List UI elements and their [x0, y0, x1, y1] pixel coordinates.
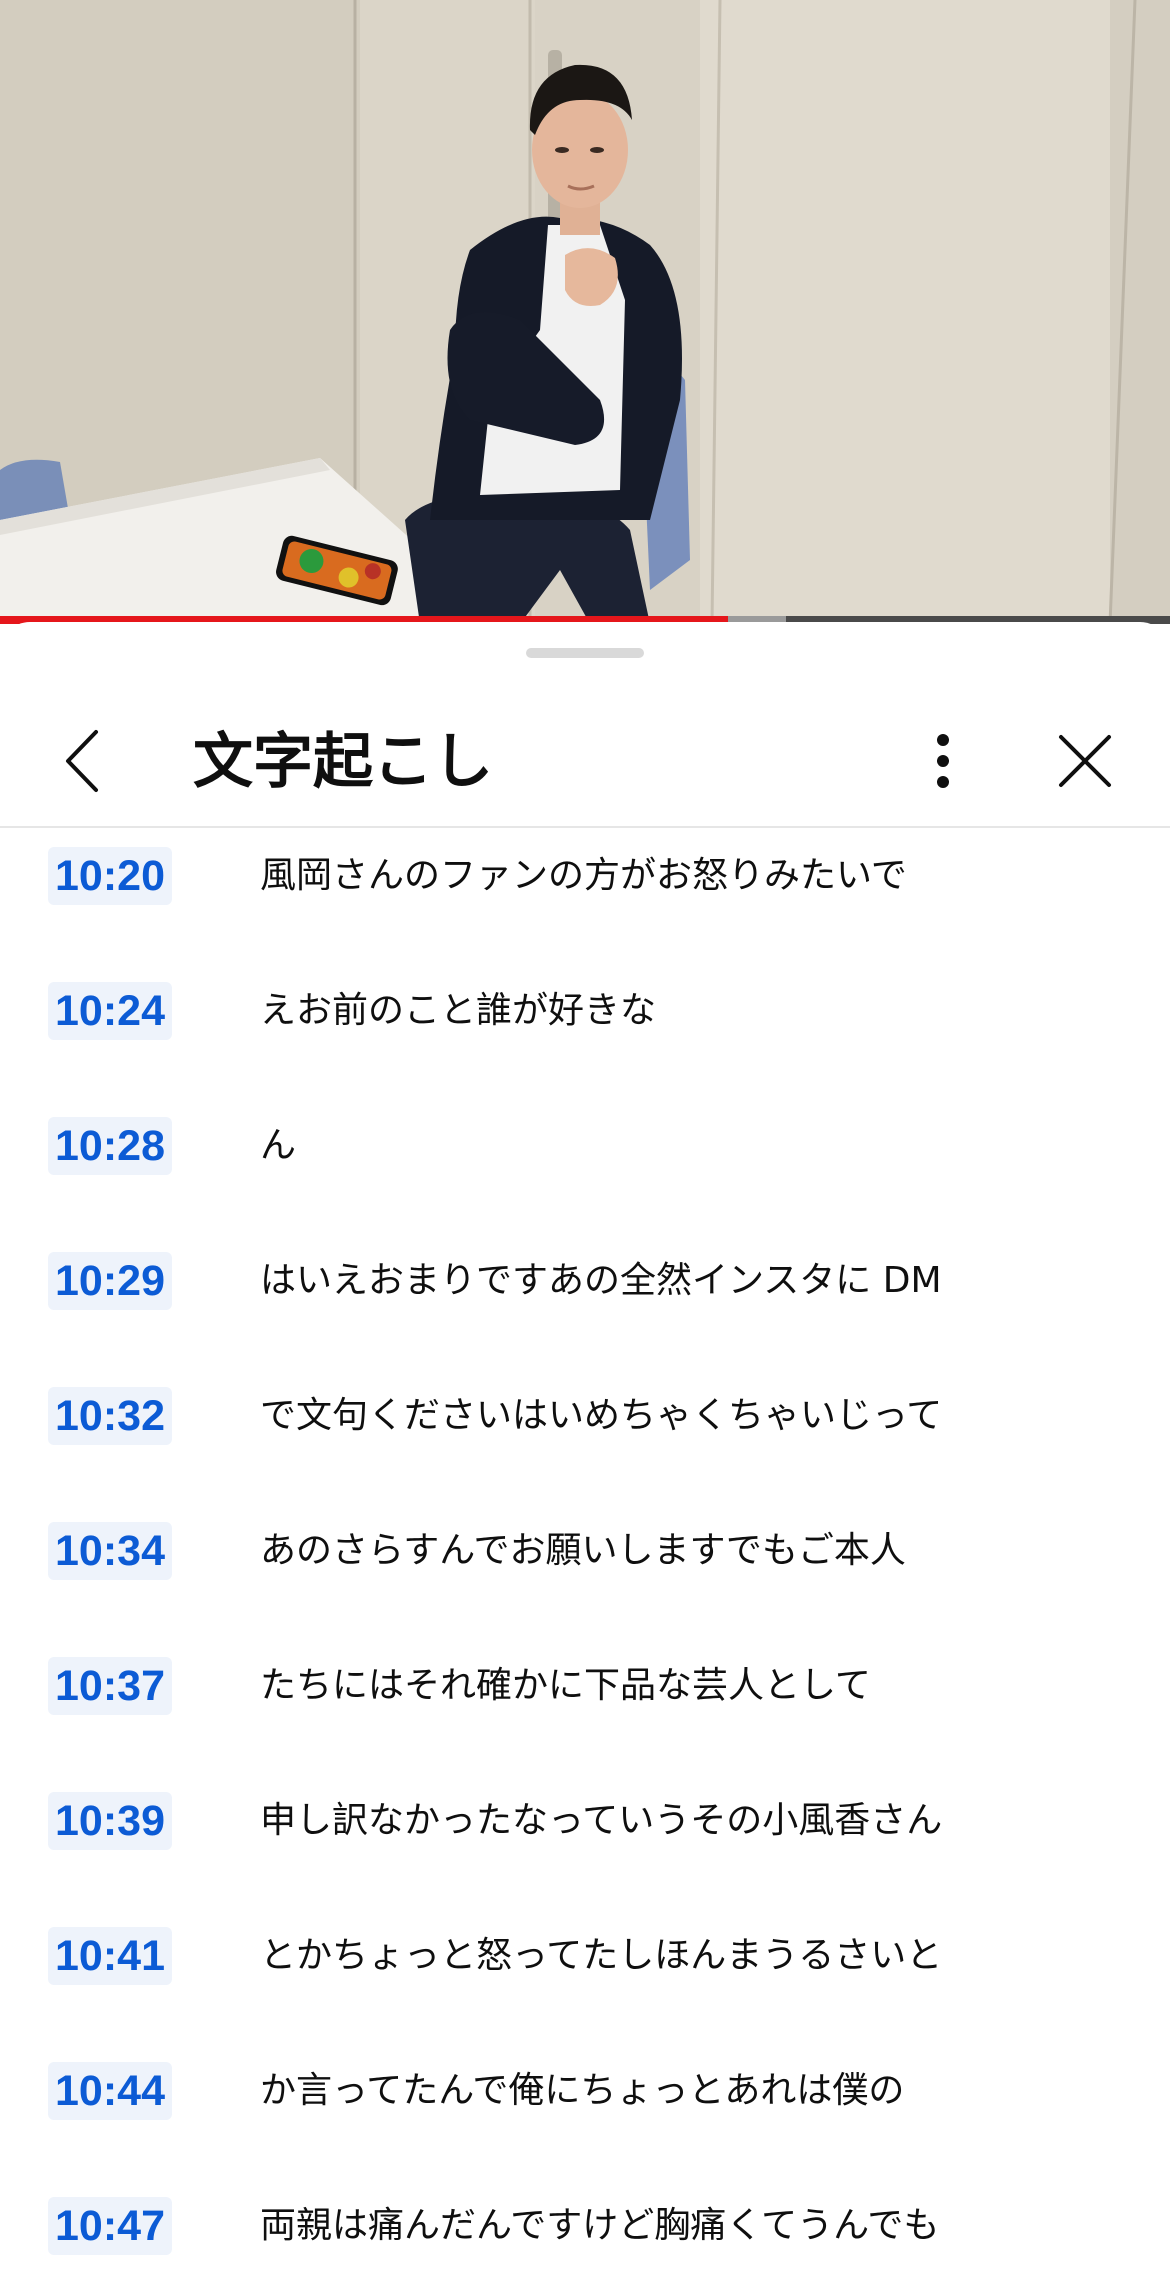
segment-timestamp[interactable]: 10:47 [48, 2197, 172, 2255]
segment-text: えお前のこと誰が好きな [260, 990, 657, 1031]
segment-timestamp[interactable]: 10:24 [48, 982, 172, 1040]
segment-timestamp[interactable]: 10:32 [48, 1387, 172, 1445]
back-button[interactable] [40, 718, 126, 804]
transcript-segment[interactable]: 10:20 風岡さんのファンの方がお怒りみたいで [0, 828, 1170, 962]
segment-timestamp[interactable]: 10:34 [48, 1522, 172, 1580]
page-title: 文字起こし [193, 727, 493, 797]
more-vertical-icon [937, 734, 949, 788]
segment-text: はいえおまりですあの全然インスタに DM [260, 1260, 942, 1301]
video-frame-image [0, 0, 1170, 624]
segment-text: 両親は痛んだんですけど胸痛くてうんでも [260, 2205, 940, 2246]
chevron-left-icon [66, 730, 98, 792]
segment-text: あのさらすんでお願いしますでもご本人 [260, 1530, 906, 1571]
close-button[interactable] [1042, 718, 1128, 804]
segment-text: 申し訳なかったなっていうその小風香さん [260, 1800, 943, 1841]
transcript-segment[interactable]: 10:24 えお前のこと誰が好きな [0, 963, 1170, 1097]
drag-handle[interactable] [526, 648, 644, 658]
transcript-segment[interactable]: 10:29 はいえおまりですあの全然インスタに DM [0, 1233, 1170, 1367]
segment-text: ん [260, 1125, 297, 1166]
transcript-segment[interactable]: 10:47 両親は痛んだんですけど胸痛くてうんでも [0, 2178, 1170, 2291]
segment-timestamp[interactable]: 10:37 [48, 1657, 172, 1715]
video-player[interactable] [0, 0, 1170, 624]
close-icon [1059, 735, 1111, 787]
segment-text: で文句くださいはいめちゃくちゃいじって [260, 1395, 943, 1436]
segment-text: 風岡さんのファンの方がお怒りみたいで [260, 855, 907, 896]
transcript-segment[interactable]: 10:28 ん [0, 1098, 1170, 1232]
transcript-panel: 文字起こし 10:20 風岡さんのファンの方がお怒りみたいで 10:24 えお前… [0, 622, 1170, 2291]
segment-timestamp[interactable]: 10:20 [48, 847, 172, 905]
transcript-list[interactable]: 10:20 風岡さんのファンの方がお怒りみたいで 10:24 えお前のこと誰が好… [0, 828, 1170, 2291]
segment-text: とかちょっと怒ってたしほんまうるさいと [260, 1935, 943, 1976]
segment-timestamp[interactable]: 10:44 [48, 2062, 172, 2120]
youtube-transcript-screen: 文字起こし 10:20 風岡さんのファンの方がお怒りみたいで 10:24 えお前… [0, 0, 1170, 2291]
segment-timestamp[interactable]: 10:39 [48, 1792, 172, 1850]
segment-text: たちにはそれ確かに下品な芸人として [260, 1665, 871, 1706]
transcript-segment[interactable]: 10:34 あのさらすんでお願いしますでもご本人 [0, 1503, 1170, 1637]
segment-text: か言ってたんで俺にちょっとあれは僕の [260, 2070, 905, 2111]
transcript-header: 文字起こし [0, 682, 1170, 828]
segment-timestamp[interactable]: 10:29 [48, 1252, 172, 1310]
transcript-segment[interactable]: 10:44 か言ってたんで俺にちょっとあれは僕の [0, 2043, 1170, 2177]
transcript-segment[interactable]: 10:41 とかちょっと怒ってたしほんまうるさいと [0, 1908, 1170, 2042]
transcript-segment[interactable]: 10:37 たちにはそれ確かに下品な芸人として [0, 1638, 1170, 1772]
segment-timestamp[interactable]: 10:28 [48, 1117, 172, 1175]
more-options-button[interactable] [900, 718, 986, 804]
segment-timestamp[interactable]: 10:41 [48, 1927, 172, 1985]
transcript-segment[interactable]: 10:32 で文句くださいはいめちゃくちゃいじって [0, 1368, 1170, 1502]
transcript-segment[interactable]: 10:39 申し訳なかったなっていうその小風香さん [0, 1773, 1170, 1907]
